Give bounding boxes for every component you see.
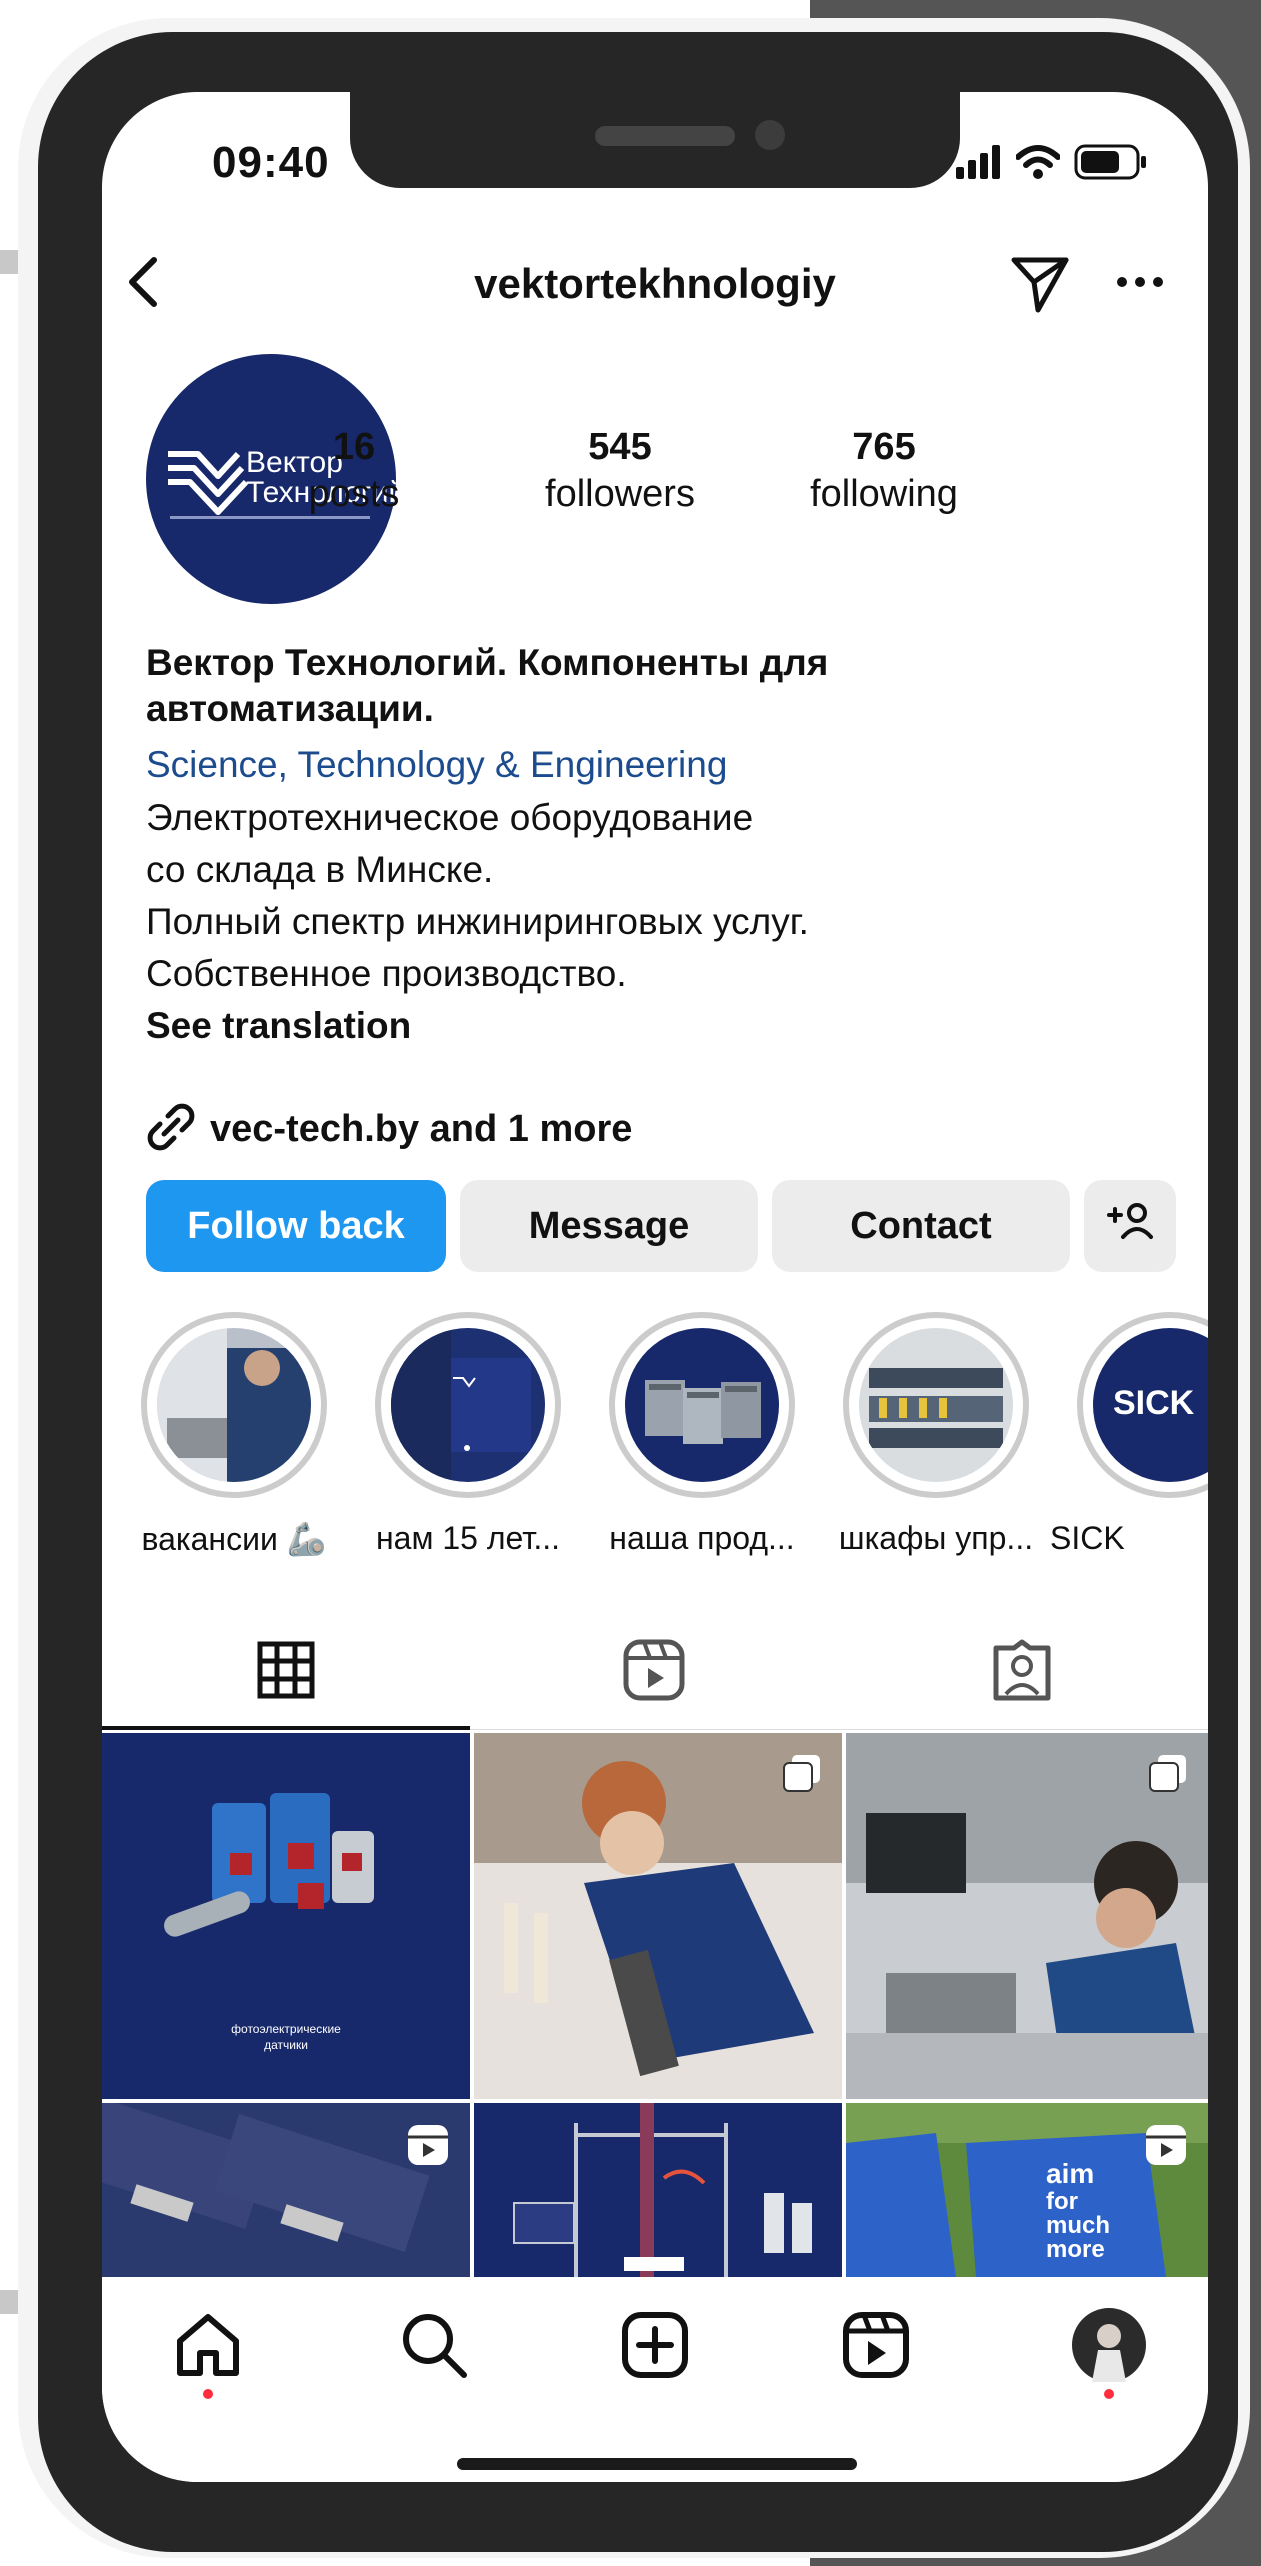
nav-search[interactable]	[394, 2307, 474, 2387]
profile-avatar-icon	[1070, 2306, 1148, 2389]
battery-icon	[1074, 144, 1148, 185]
highlight-image	[859, 1328, 1013, 1482]
follow-back-button[interactable]: Follow back	[146, 1180, 446, 1272]
nav-profile[interactable]	[1069, 2307, 1149, 2387]
stat-followers[interactable]: 545 followers	[520, 426, 720, 516]
tab-tagged[interactable]	[838, 1632, 1206, 1712]
story-highlight[interactable]: вакансии 🦾	[134, 1312, 334, 1557]
story-highlight[interactable]: нам 15 лет...	[368, 1312, 568, 1556]
nav-reels[interactable]	[836, 2307, 916, 2387]
signal-icon	[956, 145, 1002, 184]
home-indicator	[457, 2458, 857, 2470]
profile-bio: Электротехническое оборудование со склад…	[146, 792, 1166, 1052]
story-highlight[interactable]: наша прод...	[602, 1312, 802, 1556]
nav-create[interactable]	[615, 2307, 695, 2387]
stat-posts[interactable]: 16 posts	[254, 426, 454, 516]
notification-dot	[1104, 2389, 1114, 2399]
contact-button[interactable]: Contact	[772, 1180, 1070, 1272]
background-mark	[0, 2290, 18, 2314]
post-thumbnail[interactable]: фотоэлектрические датчики	[102, 1733, 470, 2099]
profile-name-line: Вектор Технологий. Компоненты для	[146, 642, 829, 683]
status-icons	[956, 144, 1148, 185]
post-thumbnail[interactable]	[846, 1733, 1208, 2099]
stat-label: following	[810, 473, 958, 515]
tagged-icon	[990, 1638, 1054, 1707]
svg-text:датчики: датчики	[264, 2038, 308, 2052]
active-tab-indicator	[102, 1726, 470, 1730]
profile-link[interactable]: vec-tech.by and 1 more	[146, 1102, 632, 1157]
highlight-label: наша прод...	[609, 1520, 795, 1556]
svg-text:for: for	[1046, 2188, 1078, 2215]
highlight-ring	[843, 1312, 1029, 1498]
profile-name-line: автоматизации.	[146, 688, 434, 729]
phone-screen: 09:40 vektortekhnologiy Вектор Технологи…	[102, 92, 1208, 2482]
reels-icon	[622, 1638, 686, 1707]
add-user-button[interactable]	[1084, 1180, 1176, 1272]
message-button[interactable]: Message	[460, 1180, 758, 1272]
tab-reels[interactable]	[470, 1632, 838, 1712]
multiple-posts-icon	[1148, 1753, 1188, 1798]
stat-value: 765	[852, 426, 916, 468]
profile-name: Вектор Технологий. Компоненты для автома…	[146, 640, 1166, 732]
grid-icon	[256, 1640, 316, 1705]
svg-text:фотоэлектрические: фотоэлектрические	[231, 2022, 341, 2036]
post-thumbnail[interactable]	[474, 1733, 842, 2099]
add-post-icon	[619, 2309, 691, 2386]
highlight-label: SICK	[1050, 1520, 1125, 1556]
post-thumbnail[interactable]	[474, 2103, 842, 2277]
story-highlight[interactable]: SICK SICK	[1050, 1312, 1208, 1556]
highlight-label: нам 15 лет...	[375, 1520, 561, 1556]
bottom-nav	[102, 2277, 1208, 2482]
svg-text:SICK: SICK	[1113, 1384, 1195, 1422]
status-time: 09:40	[212, 138, 330, 187]
highlight-image: SICK	[1093, 1328, 1208, 1482]
bio-line: Полный спектр инжиниринговых услуг.	[146, 901, 809, 942]
stat-value: 545	[588, 426, 652, 468]
background-mark	[0, 250, 18, 274]
more-icon[interactable]	[1112, 262, 1168, 302]
highlight-ring: SICK	[1077, 1312, 1208, 1498]
bio-line: со склада в Минске.	[146, 849, 494, 890]
notch	[350, 92, 960, 188]
stat-value: 16	[332, 426, 376, 468]
svg-text:much: much	[1046, 2212, 1110, 2239]
stat-following[interactable]: 765 following	[784, 426, 984, 516]
stat-label: posts	[308, 473, 400, 515]
link-text: vec-tech.by and 1 more	[210, 1108, 633, 1150]
nav-home[interactable]	[168, 2307, 248, 2387]
send-icon[interactable]	[1008, 252, 1072, 316]
svg-text:aim: aim	[1046, 2158, 1094, 2189]
multiple-posts-icon	[782, 1753, 822, 1798]
notification-dot	[203, 2389, 213, 2399]
post-thumbnail[interactable]	[102, 2103, 470, 2277]
home-icon	[172, 2309, 244, 2386]
search-icon	[398, 2309, 470, 2386]
highlight-image	[625, 1328, 779, 1482]
stat-label: followers	[545, 473, 695, 515]
svg-text:more: more	[1046, 2236, 1105, 2263]
front-camera	[755, 120, 785, 150]
highlight-ring	[141, 1312, 327, 1498]
see-translation-link[interactable]: See translation	[146, 1000, 1166, 1052]
highlight-image	[391, 1328, 545, 1482]
highlight-ring	[609, 1312, 795, 1498]
highlight-ring	[375, 1312, 561, 1498]
story-highlight[interactable]: шкафы упр...	[836, 1312, 1036, 1556]
post-thumbnail[interactable]: aim for much more	[846, 2103, 1208, 2277]
profile-category[interactable]: Science, Technology & Engineering	[146, 740, 1166, 790]
link-icon	[146, 1102, 196, 1157]
tab-posts-grid[interactable]	[102, 1632, 470, 1712]
highlight-label: шкафы упр...	[838, 1520, 1034, 1556]
add-user-icon	[1105, 1201, 1155, 1251]
bio-line: Электротехническое оборудование	[146, 797, 754, 838]
reels-icon	[840, 2309, 912, 2386]
highlight-image	[157, 1328, 311, 1482]
speaker	[595, 126, 735, 146]
reel-icon	[1144, 2123, 1188, 2172]
bio-line: Собственное производство.	[146, 953, 627, 994]
wifi-icon	[1015, 145, 1061, 184]
highlight-label: вакансии 🦾	[141, 1521, 327, 1557]
reel-icon	[406, 2123, 450, 2172]
